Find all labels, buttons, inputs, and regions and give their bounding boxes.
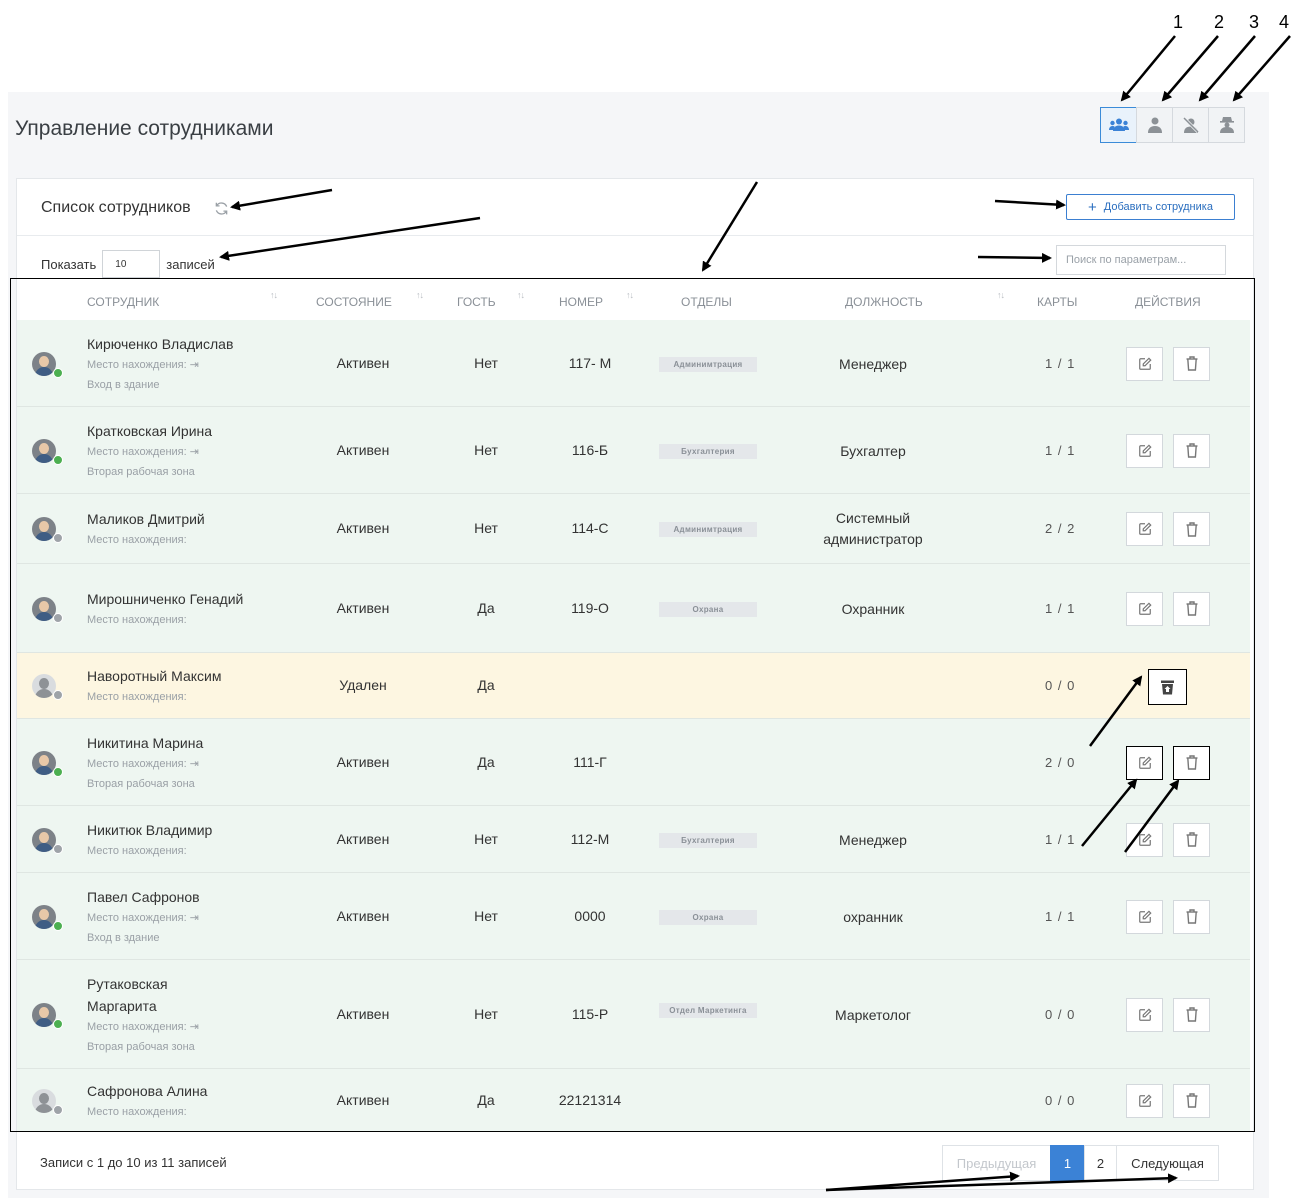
page-title: Управление сотрудниками [15,117,274,140]
callout-4: 4 [1279,12,1290,32]
arrow-1 [1120,35,1176,102]
view-active-employees-button[interactable] [1136,107,1173,143]
card-header: Список сотрудников + Добавить сотрудника [17,179,1253,236]
pagination-next[interactable]: Следующая [1116,1145,1219,1181]
add-employee-label: Добавить сотрудника [1103,201,1213,213]
user-off-icon [1182,117,1199,133]
user-icon [1147,117,1162,133]
view-guests-button[interactable] [1208,107,1245,143]
arrow-2 [1161,35,1219,102]
refresh-icon[interactable] [214,201,229,221]
search-input[interactable]: Поиск по параметрам... [1056,245,1226,275]
user-secret-icon [1219,117,1234,133]
pagination: Предыдущая 1 2 Следующая [942,1145,1219,1181]
table-info: Записи с 1 до 10 из 11 записей [40,1155,227,1170]
view-all-employees-button[interactable] [1100,107,1137,143]
pagination-page-2[interactable]: 2 [1084,1145,1117,1181]
arrow-4 [1232,35,1291,102]
view-switch [1100,107,1245,143]
table-highlight-frame [10,278,1255,1132]
plus-icon: + [1088,198,1097,216]
view-deleted-employees-button[interactable] [1172,107,1209,143]
arrow-3 [1198,35,1256,102]
pagination-page-1[interactable]: 1 [1050,1145,1085,1181]
users-group-icon [1108,118,1129,131]
records-label: записей [166,256,215,272]
pagination-previous[interactable]: Предыдущая [942,1145,1051,1181]
page-length-input[interactable]: 10 [102,250,161,278]
callout-2: 2 [1214,12,1225,32]
card-title: Список сотрудников [41,199,191,216]
page-length-control: Показать 10 записей [41,250,215,278]
callout-1: 1 [1173,12,1184,32]
add-employee-button[interactable]: + Добавить сотрудника [1066,194,1235,220]
show-label: Показать [41,256,97,272]
callout-3: 3 [1249,12,1260,32]
